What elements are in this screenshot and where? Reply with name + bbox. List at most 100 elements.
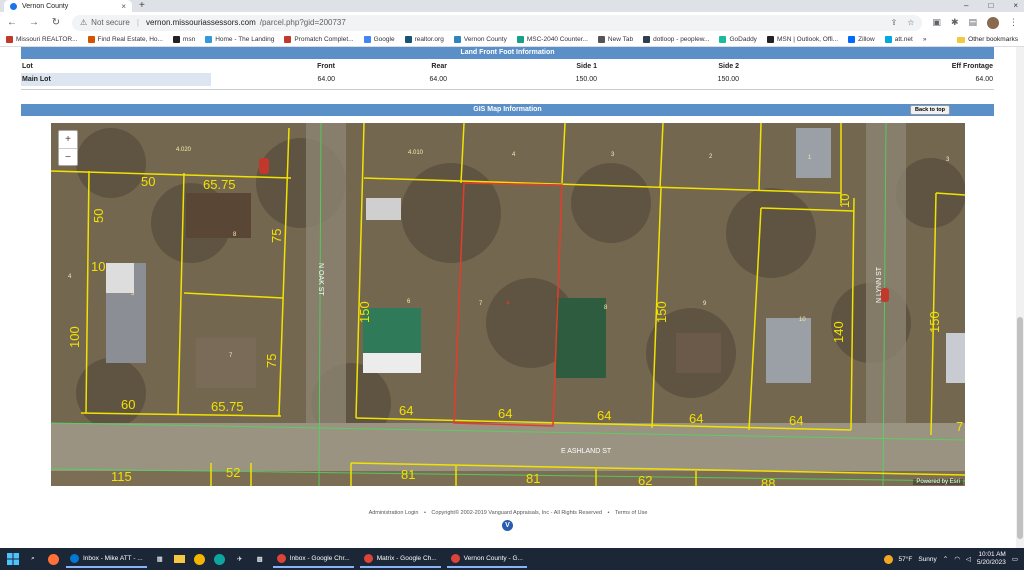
firefox-icon[interactable] — [46, 552, 60, 566]
share-icon[interactable]: ⇪ — [891, 18, 898, 27]
zoom-out-button[interactable]: − — [59, 148, 77, 165]
bookmark-favicon-icon — [884, 36, 892, 43]
frontfoot-header: Land Front Foot Information — [21, 47, 994, 59]
clock[interactable]: 10:01 AM 5/20/2023 — [977, 551, 1006, 567]
tray-chevron-icon[interactable]: ⌃ — [943, 555, 948, 563]
bookmark-item[interactable]: msn — [172, 36, 195, 43]
bookmark-star-icon[interactable]: ☆ — [907, 18, 914, 27]
photos-icon[interactable]: ▩ — [253, 552, 267, 566]
bookmark-item[interactable]: New Tab — [597, 36, 633, 43]
sun-weather-icon[interactable] — [883, 554, 893, 564]
bookmark-item[interactable]: MSC-2040 Counter... — [516, 36, 588, 43]
dim-label: 64 — [789, 413, 803, 428]
bookmark-item[interactable]: Missouri REALTOR... — [6, 36, 78, 43]
copyright-text: Copyright© 2002-2019 Vanguard Appraisals… — [431, 510, 602, 516]
street-label: E ASHLAND ST — [561, 448, 612, 455]
folder-icon — [957, 36, 966, 43]
bookmark-favicon-icon — [848, 36, 856, 43]
side-panel-icon[interactable]: ▤ — [968, 17, 977, 28]
zoom-control: + − — [58, 130, 78, 166]
terms-of-use-link[interactable]: Terms of Use — [615, 510, 647, 516]
page-scrollbar[interactable] — [1016, 47, 1024, 548]
tab-strip: Vernon County × + – □ × — [0, 0, 1024, 12]
powered-by-attribution[interactable]: Powered by Esri — [913, 479, 963, 485]
zoom-in-button[interactable]: + — [59, 131, 77, 148]
extensions-puzzle-icon[interactable]: ✱ — [951, 17, 959, 28]
bookmark-item[interactable]: att.net — [884, 36, 913, 43]
table-cell: 64.00 — [429, 76, 447, 83]
chrome-icon[interactable] — [193, 552, 207, 566]
dim-label: 140 — [831, 321, 846, 343]
edge-icon[interactable] — [213, 552, 227, 566]
weather-condition[interactable]: Sunny — [918, 556, 936, 563]
volume-icon[interactable]: ◁ — [966, 555, 971, 563]
address-bar[interactable]: ⚠ Not secure | vernon.missouriassessors.… — [72, 14, 923, 31]
url-path: /parcel.php?gid=200737 — [259, 18, 346, 27]
column-header: Lot — [22, 63, 33, 70]
dim-label: 65.75 — [203, 177, 236, 192]
warning-icon[interactable]: ⚠ — [80, 18, 87, 27]
bookmark-item[interactable]: Home - The Landing — [205, 36, 274, 43]
dim-label: 50 — [141, 174, 155, 189]
bookmark-favicon-icon — [6, 36, 13, 43]
bookmarks-more-button[interactable]: » — [923, 36, 927, 43]
taskbar-app-outlook[interactable]: Inbox - Mike ATT - ... — [66, 550, 147, 568]
bookmark-item[interactable]: Zillow — [848, 36, 875, 43]
calculator-icon[interactable]: ▦ — [153, 552, 167, 566]
windows-start-icon[interactable] — [6, 552, 20, 566]
bookmark-item[interactable]: Google — [363, 36, 395, 43]
page-footer: Administration Login • Copyright© 2002-2… — [0, 510, 1016, 516]
gis-map[interactable]: 50 65.75 50 10 75 100 60 65.75 75 150 64… — [51, 123, 965, 486]
dim-label: 150 — [927, 311, 942, 333]
bookmark-item[interactable]: Vernon County — [453, 36, 507, 43]
file-explorer-icon[interactable] — [173, 552, 187, 566]
dim-label: 64 — [597, 408, 611, 423]
back-icon[interactable]: ← — [6, 17, 18, 28]
dim-label: 64 — [689, 411, 703, 426]
security-label[interactable]: Not secure — [91, 18, 130, 27]
dim-label: 100 — [67, 326, 82, 348]
close-window-icon[interactable]: × — [1013, 0, 1018, 11]
lot-label: 10 — [799, 317, 806, 323]
bookmark-item[interactable]: GoDaddy — [719, 36, 757, 43]
dim-label: 7 — [956, 419, 963, 434]
bookmark-item[interactable]: dotloop - peoplew... — [643, 36, 709, 43]
dim-label: 150 — [654, 301, 669, 323]
notifications-icon[interactable]: ▭ — [1012, 555, 1018, 563]
reload-icon[interactable]: ↻ — [50, 17, 62, 28]
outlook-icon — [70, 553, 79, 563]
chrome-icon — [450, 553, 460, 563]
aerial-map-svg[interactable]: 50 65.75 50 10 75 100 60 65.75 75 150 64… — [51, 123, 965, 486]
table-header-row: Lot Front Rear Side 1 Side 2 Eff Frontag… — [21, 60, 994, 73]
temperature[interactable]: 57°F — [899, 556, 913, 563]
bookmark-item[interactable]: realtor.org — [404, 36, 444, 43]
scrollbar-thumb[interactable] — [1017, 317, 1023, 539]
back-to-top-button[interactable]: Back to top — [910, 105, 950, 115]
bookmark-favicon-icon — [597, 36, 605, 43]
taskbar-app-vernon-chrome[interactable]: Vernon County - G... — [446, 550, 527, 568]
extension-icon[interactable]: ▣ — [932, 17, 941, 28]
profile-avatar[interactable] — [987, 16, 999, 29]
dim-label: 60 — [121, 397, 135, 412]
forward-icon[interactable]: → — [28, 17, 40, 28]
dim-label: 65.75 — [211, 399, 244, 414]
messaging-icon[interactable]: ✈ — [233, 552, 247, 566]
footer-bullet: • — [607, 510, 610, 516]
close-tab-icon[interactable]: × — [121, 2, 126, 11]
bookmark-item[interactable]: MSN | Outlook, Offi... — [766, 36, 838, 43]
other-bookmarks-button[interactable]: Other bookmarks — [957, 36, 1018, 43]
bookmark-item[interactable]: Find Real Estate, Ho... — [87, 36, 163, 43]
bookmark-item[interactable]: Promatch Complet... — [284, 36, 354, 43]
taskbar-app-matrix-chrome[interactable]: Matrix - Google Ch... — [359, 550, 441, 568]
browser-tab[interactable]: Vernon County × — [4, 0, 132, 12]
bookmarks-bar: Missouri REALTOR... Find Real Estate, Ho… — [0, 33, 1024, 47]
maximize-icon[interactable]: □ — [988, 0, 993, 11]
admin-login-link[interactable]: Administration Login — [369, 510, 419, 516]
menu-kebab-icon[interactable]: ⋮ — [1009, 17, 1018, 28]
network-icon[interactable]: ◠ — [954, 555, 960, 563]
minimize-icon[interactable]: – — [964, 0, 968, 11]
search-icon[interactable]: ⌕ — [26, 552, 40, 566]
new-tab-button[interactable]: + — [139, 0, 145, 11]
taskbar-app-inbox-chrome[interactable]: Inbox - Google Chr... — [272, 550, 354, 568]
table-cell: 150.00 — [717, 76, 739, 83]
